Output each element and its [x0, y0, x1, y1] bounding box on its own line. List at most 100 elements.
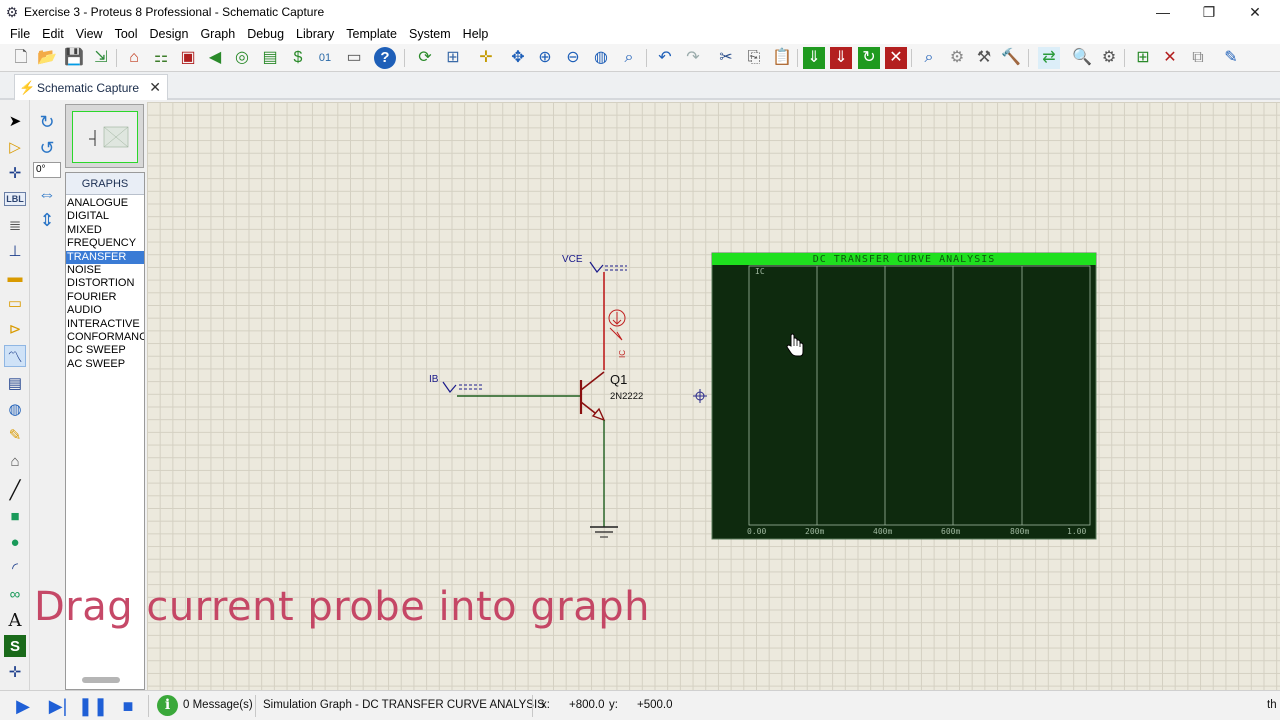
- new-file-icon[interactable]: 🗋: [10, 47, 32, 69]
- copy-icon[interactable]: ⎘: [743, 47, 765, 69]
- cut-icon[interactable]: ✂: [715, 47, 737, 69]
- generator-mode-icon[interactable]: ◍: [4, 398, 26, 420]
- selection-mode-icon[interactable]: ➤: [4, 110, 26, 132]
- menu-template[interactable]: Template: [340, 27, 403, 41]
- pause-simulation-icon[interactable]: ❚❚: [78, 695, 108, 717]
- remove-sheet-icon[interactable]: ✕: [1159, 47, 1181, 69]
- transistor-q1[interactable]: [579, 371, 606, 422]
- pick-parts-icon[interactable]: ⌕: [918, 47, 940, 69]
- graph-type-item[interactable]: FREQUENCY: [66, 237, 144, 250]
- graph-type-item[interactable]: MIXED: [66, 224, 144, 237]
- overview-window[interactable]: [65, 104, 144, 168]
- graph-type-item[interactable]: FOURIER: [66, 291, 144, 304]
- help-icon[interactable]: ?: [374, 47, 396, 69]
- arc-tool-icon[interactable]: ◜: [4, 557, 26, 579]
- rotate-clockwise-icon[interactable]: ↻: [35, 110, 59, 134]
- source-code-icon[interactable]: 01: [314, 47, 336, 69]
- info-icon[interactable]: i: [157, 695, 178, 716]
- vce-generator-symbol[interactable]: [589, 261, 604, 273]
- graph-type-item[interactable]: DISTORTION: [66, 277, 144, 290]
- menu-edit[interactable]: Edit: [36, 27, 70, 41]
- mirror-y-icon[interactable]: ⇕: [35, 208, 59, 232]
- circle-tool-icon[interactable]: ●: [4, 531, 26, 553]
- graph-type-item[interactable]: DC SWEEP: [66, 344, 144, 357]
- block-move-icon[interactable]: ⇓: [830, 47, 852, 69]
- wire-label-mode-icon[interactable]: LBL: [4, 188, 26, 210]
- menu-system[interactable]: System: [403, 27, 457, 41]
- block-copy-icon[interactable]: ⇓: [803, 47, 825, 69]
- graph-type-item[interactable]: CONFORMANCE: [66, 331, 144, 344]
- restore-button[interactable]: ❐: [1186, 0, 1232, 24]
- graph-type-item[interactable]: AUDIO: [66, 304, 144, 317]
- redo-icon[interactable]: ↷: [682, 47, 704, 69]
- component-mode-icon[interactable]: ▷: [4, 136, 26, 158]
- menu-graph[interactable]: Graph: [194, 27, 241, 41]
- line-tool-icon[interactable]: ╱: [4, 479, 26, 501]
- gerber-icon[interactable]: ◀: [204, 47, 226, 69]
- virtual-instruments-mode-icon[interactable]: ⌂: [4, 450, 26, 472]
- undo-icon[interactable]: ↶: [654, 47, 676, 69]
- subcircuit-mode-icon[interactable]: ▬: [4, 266, 26, 288]
- tape-recorder-mode-icon[interactable]: ▤: [4, 372, 26, 394]
- zoom-area-icon[interactable]: ⌕: [618, 47, 640, 69]
- pan-icon[interactable]: ✥: [507, 47, 529, 69]
- buses-mode-icon[interactable]: ⊥: [4, 240, 26, 262]
- terminals-mode-icon[interactable]: ▭: [4, 292, 26, 314]
- new-sheet-icon[interactable]: ⊞: [1132, 47, 1154, 69]
- box-tool-icon[interactable]: ■: [4, 505, 26, 527]
- design-notes-icon[interactable]: ▭: [343, 47, 365, 69]
- graph-type-item[interactable]: AC SWEEP: [66, 358, 144, 371]
- minimize-button[interactable]: —: [1140, 0, 1186, 24]
- rotation-angle-field[interactable]: 0°: [33, 162, 61, 178]
- bom-icon[interactable]: ▤: [259, 47, 281, 69]
- ground-symbol[interactable]: [590, 526, 618, 538]
- zoom-out-icon[interactable]: ⊖: [562, 47, 584, 69]
- graph-mode-icon[interactable]: 〽: [4, 345, 26, 367]
- zoom-in-icon[interactable]: ⊕: [534, 47, 556, 69]
- text-tool-icon[interactable]: A: [4, 609, 26, 631]
- menu-file[interactable]: File: [4, 27, 36, 41]
- block-rotate-icon[interactable]: ↻: [858, 47, 880, 69]
- step-simulation-icon[interactable]: ▶|: [45, 695, 71, 717]
- junction-mode-icon[interactable]: ✛: [4, 162, 26, 184]
- graph-type-item[interactable]: ANALOGUE: [66, 197, 144, 210]
- close-button[interactable]: ✕: [1232, 0, 1278, 24]
- voltage-probe-mode-icon[interactable]: ✎: [4, 424, 26, 446]
- graph-type-item[interactable]: NOISE: [66, 264, 144, 277]
- refresh-icon[interactable]: ⟳: [414, 47, 436, 69]
- decompose-icon[interactable]: 🔨: [1000, 47, 1022, 69]
- goto-sheet-icon[interactable]: ⧉: [1187, 47, 1209, 69]
- open-folder-icon[interactable]: 📂: [36, 47, 58, 69]
- import-icon[interactable]: ⇲: [90, 47, 112, 69]
- menu-view[interactable]: View: [70, 27, 109, 41]
- 3d-viewer-icon[interactable]: ◎: [231, 47, 253, 69]
- netlist-icon[interactable]: ✎: [1220, 47, 1242, 69]
- packaging-tool-icon[interactable]: ⚒: [973, 47, 995, 69]
- cost-icon[interactable]: $: [287, 47, 309, 69]
- origin-icon[interactable]: ✛: [475, 47, 497, 69]
- property-assignment-icon[interactable]: ⚙: [1098, 47, 1120, 69]
- grid-toggle-icon[interactable]: ⊞: [442, 47, 464, 69]
- menu-library[interactable]: Library: [290, 27, 340, 41]
- rotate-anticlockwise-icon[interactable]: ↺: [35, 136, 59, 160]
- home-icon[interactable]: ⌂: [123, 47, 145, 69]
- paste-icon[interactable]: 📋: [771, 47, 793, 69]
- run-simulation-icon[interactable]: ▶: [10, 695, 36, 717]
- ib-generator-symbol[interactable]: [442, 381, 457, 393]
- menu-debug[interactable]: Debug: [241, 27, 290, 41]
- symbol-tool-icon[interactable]: S: [4, 635, 26, 657]
- message-count[interactable]: 0 Message(s): [183, 699, 253, 711]
- tab-schematic-capture[interactable]: ⚡ Schematic Capture ✕: [14, 74, 168, 100]
- dc-transfer-graph[interactable]: DC TRANSFER CURVE ANALYSIS IC 0.00 200m …: [711, 252, 1097, 540]
- menu-tool[interactable]: Tool: [109, 27, 144, 41]
- marker-tool-icon[interactable]: ✛: [4, 661, 26, 683]
- text-script-mode-icon[interactable]: ≣: [4, 214, 26, 236]
- tab-close-icon[interactable]: ✕: [149, 79, 161, 96]
- save-icon[interactable]: 💾: [63, 47, 85, 69]
- graph-type-item[interactable]: DIGITAL: [66, 210, 144, 223]
- mirror-x-icon[interactable]: ⇔: [35, 182, 59, 206]
- menu-help[interactable]: Help: [457, 27, 495, 41]
- pcb-layout-icon[interactable]: ▣: [177, 47, 199, 69]
- graph-type-item-selected[interactable]: TRANSFER: [66, 250, 144, 264]
- wire-autorouter-icon[interactable]: ⇄: [1038, 47, 1060, 69]
